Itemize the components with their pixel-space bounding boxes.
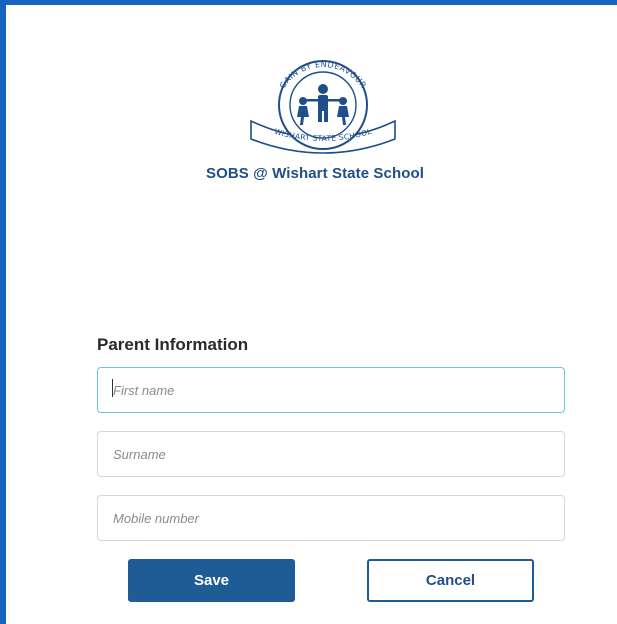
surname-input[interactable]	[97, 431, 565, 477]
save-button[interactable]: Save	[128, 559, 295, 602]
text-caret	[112, 379, 113, 397]
cancel-button[interactable]: Cancel	[367, 559, 534, 602]
section-title-parent-information: Parent Information	[97, 335, 249, 354]
first-name-input[interactable]	[97, 367, 565, 413]
mobile-number-input[interactable]	[97, 495, 565, 541]
school-name: SOBS @ Wishart State School	[205, 165, 425, 182]
app-frame: GAIN BY ENDEAVOUR WISHART STATE SCHOOL S…	[0, 0, 617, 624]
school-logo: GAIN BY ENDEAVOUR WISHART STATE SCHOOL	[250, 60, 396, 154]
